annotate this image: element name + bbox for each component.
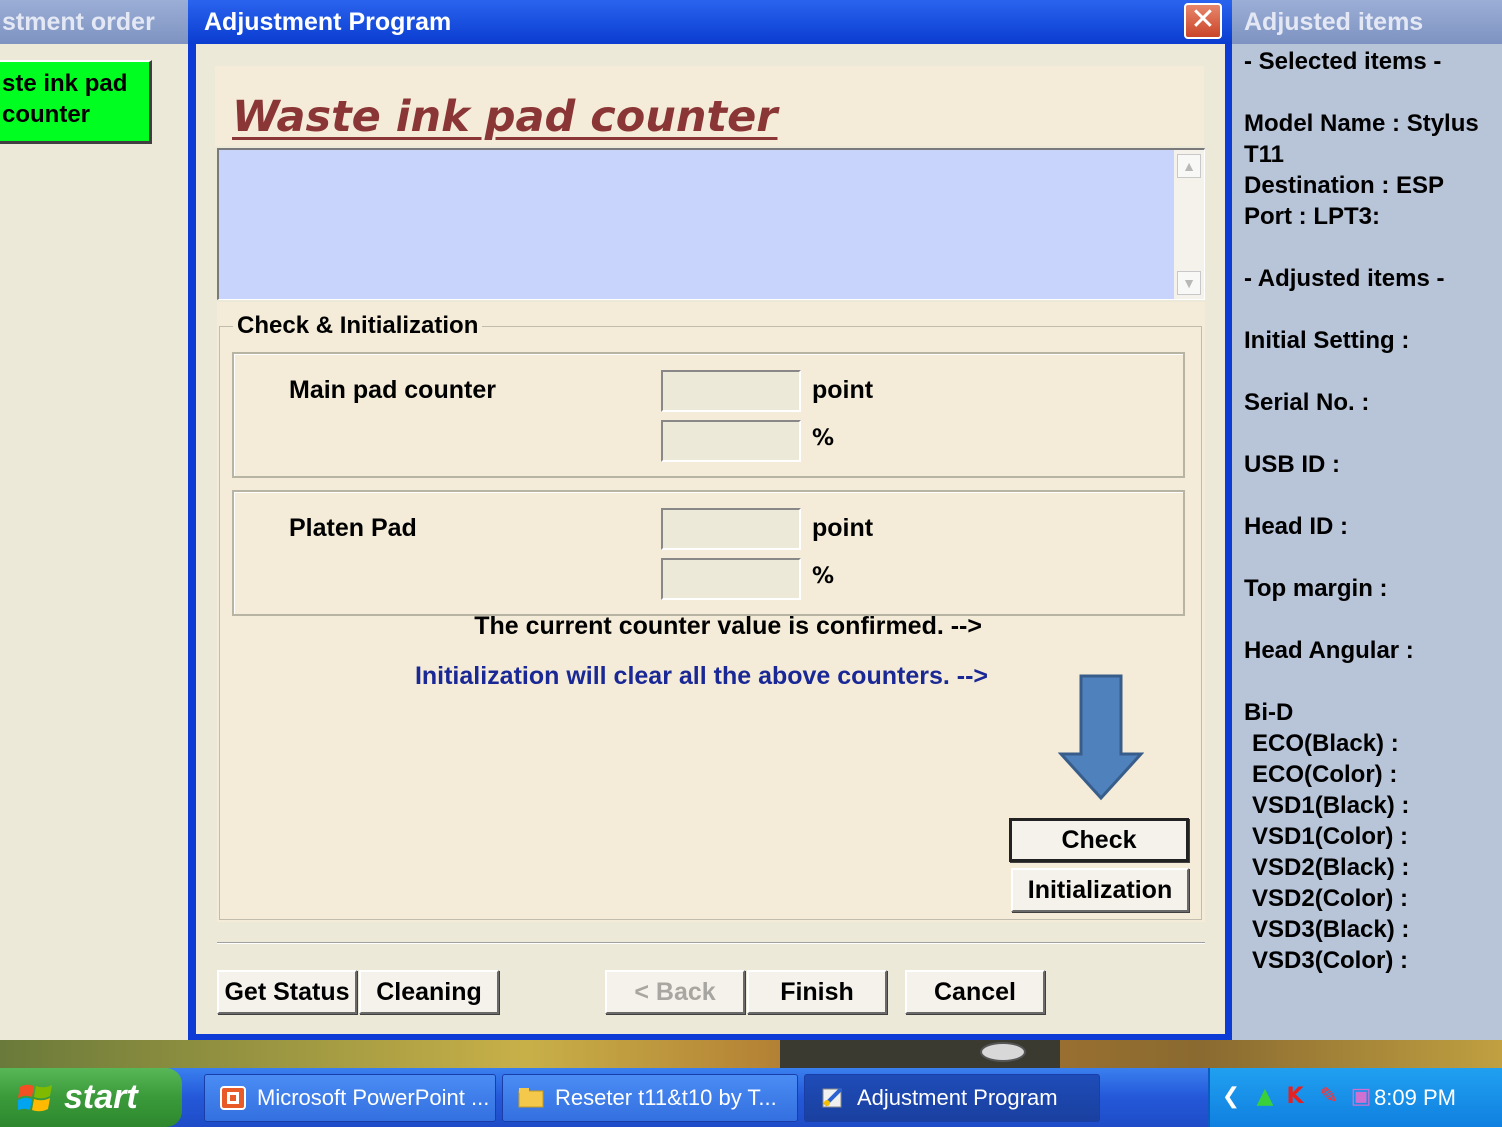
main-pad-point-field[interactable] [661, 370, 801, 412]
tray-triangle-icon[interactable]: ▲ [1250, 1082, 1280, 1112]
get-status-button[interactable]: Get Status [217, 970, 357, 1014]
adjusted-item-line: Destination : ESP [1244, 172, 1445, 199]
platen-pad-label: Platen Pad [289, 514, 417, 542]
desktop-background [0, 1040, 1502, 1068]
adjusted-item-line: VSD1(Color) : [1252, 823, 1408, 850]
adjusted-item-line: USB ID : [1244, 451, 1340, 478]
background-window-title[interactable]: stment order [0, 0, 188, 44]
adjusted-item-line [1244, 418, 1502, 449]
adjusted-item-line [1244, 356, 1502, 387]
initialization-button[interactable]: Initialization [1011, 868, 1189, 912]
powerpoint-icon [220, 1086, 246, 1110]
adjusted-item-line: VSD1(Black) : [1252, 792, 1410, 819]
adjusted-item-line: ECO(Black) : [1252, 730, 1399, 757]
scroll-up-icon[interactable]: ▲ [1177, 154, 1201, 178]
adjusted-item-line: Initial Setting : [1244, 327, 1410, 354]
vertical-scrollbar[interactable]: ▲ ▼ [1174, 150, 1204, 299]
task-adjustment-program[interactable]: Adjustment Program [804, 1074, 1100, 1122]
dialog-titlebar[interactable]: Adjustment Program ✕ [188, 0, 1232, 44]
adjusted-item-line: VSD3(Black) : [1252, 916, 1410, 943]
adjusted-item-line: VSD3(Color) : [1252, 947, 1408, 974]
selected-item-line2: counter [2, 101, 91, 128]
adjusted-item-line: Head ID : [1244, 513, 1349, 540]
dialog-client-area: Waste ink pad counter ▲ ▼ Check & Initia… [196, 44, 1225, 1034]
selected-item-line1: ste ink pad [2, 70, 128, 97]
cancel-button[interactable]: Cancel [905, 970, 1045, 1014]
close-button[interactable]: ✕ [1184, 3, 1222, 39]
dialog-title: Adjustment Program [204, 8, 452, 36]
adjusted-item-line: VSD2(Black) : [1252, 854, 1410, 881]
adjusted-item-line: Serial No. : [1244, 389, 1370, 416]
adjusted-item-line: VSD2(Color) : [1252, 885, 1408, 912]
folder-icon [518, 1088, 544, 1108]
platen-pad-percent-unit: % [812, 564, 835, 589]
header-panel: Waste ink pad counter [215, 66, 1204, 146]
finish-button[interactable]: Finish [747, 970, 887, 1014]
adjustment-dialog: Adjustment Program ✕ Waste ink pad count… [188, 0, 1232, 1040]
check-button[interactable]: Check [1009, 818, 1189, 862]
desktop-logo-icon [980, 1042, 1026, 1062]
platen-pad-point-field[interactable] [661, 508, 801, 550]
adjusted-item-line: - Selected items - [1244, 48, 1442, 75]
adjusted-item-line [1244, 666, 1502, 697]
main-pad-point-unit: point [812, 376, 874, 404]
scroll-down-icon[interactable]: ▼ [1177, 271, 1201, 295]
main-pad-percent-field[interactable] [661, 420, 801, 462]
adjusted-item-line [1244, 232, 1502, 263]
page-title: Waste ink pad counter [232, 92, 778, 142]
adjusted-item-line [1244, 294, 1502, 325]
adjusted-item-line [1244, 480, 1502, 511]
task-label: Microsoft PowerPoint ... [257, 1085, 490, 1110]
windows-logo-icon [18, 1084, 52, 1112]
adjusted-items-list: - Selected items - Model Name : Stylus T11… [1244, 46, 1502, 976]
adjusted-item-line: Head Angular : [1244, 637, 1414, 664]
platen-pad-counter-box: Platen Pad point % [232, 490, 1185, 616]
check-message: The current counter value is confirmed. … [474, 612, 982, 640]
background-window: stment order ste ink pad counter [0, 0, 188, 1040]
adjusted-item-line [1244, 542, 1502, 573]
start-button[interactable]: start [0, 1068, 182, 1127]
platen-pad-percent-field[interactable] [661, 558, 801, 600]
adjusted-items-title[interactable]: Adjusted items [1232, 0, 1502, 44]
clock[interactable]: 8:09 PM [1374, 1068, 1456, 1127]
adjusted-item-line: T11 [1244, 141, 1285, 168]
start-label: start [64, 1078, 138, 1116]
taskbar: start Microsoft PowerPoint ... Reseter t… [0, 1068, 1502, 1127]
main-pad-percent-unit: % [812, 426, 835, 451]
tray-app-icon[interactable]: ▣ [1346, 1082, 1376, 1112]
adjusted-item-line: Model Name : Stylus [1244, 110, 1479, 137]
info-textbox[interactable]: ▲ ▼ [217, 148, 1205, 300]
adjusted-item-line: Port : LPT3: [1244, 203, 1380, 230]
program-icon [822, 1087, 843, 1108]
button-separator [217, 942, 1205, 944]
group-title: Check & Initialization [233, 312, 483, 340]
adjusted-item-line: Top margin : [1244, 575, 1388, 602]
adjusted-item-line [1244, 604, 1502, 635]
platen-pad-point-unit: point [812, 514, 874, 542]
task-label: Adjustment Program [857, 1085, 1058, 1110]
down-arrow-icon [1058, 674, 1144, 801]
task-label: Reseter t11&t10 by T... [555, 1085, 777, 1110]
system-tray: ❮ ▲ K ✎ ▣ 8:09 PM [1208, 1068, 1502, 1127]
task-powerpoint[interactable]: Microsoft PowerPoint ... [204, 1074, 496, 1122]
initialization-message: Initialization will clear all the above … [414, 662, 988, 690]
tray-k-icon[interactable]: K [1280, 1082, 1310, 1112]
adjusted-items-panel: Adjusted items - Selected items - Model N… [1232, 0, 1502, 1040]
adjusted-item-line: Bi-D [1244, 699, 1294, 726]
adjusted-item-line: ECO(Color) : [1252, 761, 1398, 788]
selected-adjustment-item[interactable]: ste ink pad counter [0, 60, 152, 144]
down-arrow-shape [1058, 674, 1144, 801]
cleaning-button[interactable]: Cleaning [359, 970, 499, 1014]
adjusted-item-line [1244, 77, 1502, 108]
tray-expand-icon[interactable]: ❮ [1216, 1082, 1246, 1112]
main-pad-counter-box: Main pad counter point % [232, 352, 1185, 478]
adjusted-item-line: - Adjusted items - [1244, 265, 1445, 292]
back-button[interactable]: < Back [605, 970, 745, 1014]
main-pad-label: Main pad counter [289, 376, 496, 404]
tray-acrobat-icon[interactable]: ✎ [1314, 1082, 1344, 1112]
task-reseter-folder[interactable]: Reseter t11&t10 by T... [502, 1074, 798, 1122]
